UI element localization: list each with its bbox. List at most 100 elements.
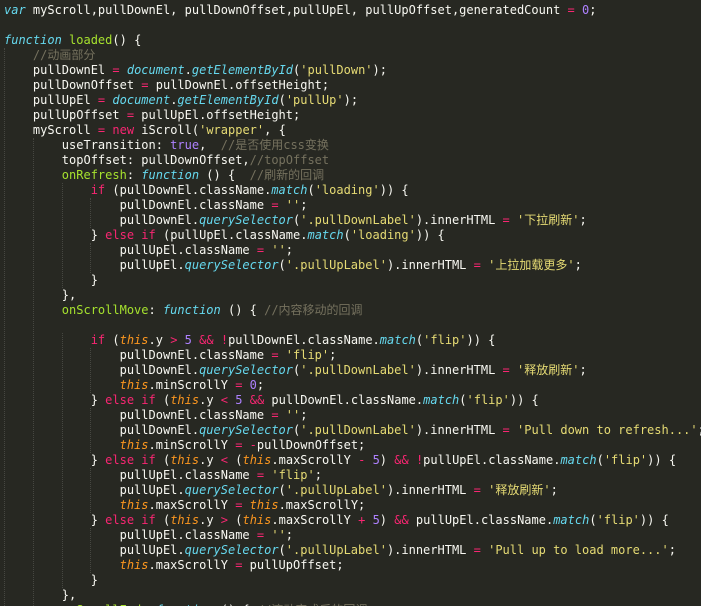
code-token: '.pullUpLabel' (285, 483, 387, 497)
code-line[interactable]: pullUpEl.querySelector('.pullUpLabel').i… (4, 543, 676, 558)
code-line[interactable]: this.maxScrollY = pullUpOffset; (4, 558, 344, 573)
code-token: ) (379, 453, 395, 467)
code-line[interactable]: pullUpEl = document.getElementById('pull… (4, 93, 358, 108)
code-token: = (502, 423, 510, 437)
code-line[interactable]: pullDownEl.className = ''; (4, 198, 308, 213)
code-token: = (112, 63, 120, 77)
code-line[interactable]: function loaded() { (4, 33, 141, 48)
code-token: 'flip' (596, 513, 640, 527)
code-token: '.pullDownLabel' (300, 213, 416, 227)
code-token: } (4, 513, 106, 527)
code-token: 5 (372, 513, 380, 527)
code-line[interactable]: //动画部分 (4, 48, 95, 63)
code-token: if (141, 393, 156, 407)
code-line[interactable]: this.minScrollY = -pullDownOffset; (4, 438, 366, 453)
code-line[interactable]: if (pullDownEl.className.match('loading'… (4, 183, 409, 198)
code-token: } (4, 573, 98, 587)
code-token: .maxScrollY (148, 558, 236, 572)
code-line[interactable]: var myScroll,pullDownEl, pullDownOffset,… (4, 3, 596, 18)
code-line[interactable]: pullUpEl.querySelector('.pullUpLabel').i… (4, 483, 558, 498)
code-token: pullDownOffset (4, 78, 142, 92)
code-token: ( (343, 228, 351, 242)
code-token: '释放刷新' (517, 363, 580, 377)
code-token: if (141, 228, 156, 242)
code-line[interactable]: }, (4, 288, 76, 303)
code-line[interactable]: topOffset: pullDownOffset,//topOffset (4, 153, 329, 168)
code-token: pullDownEl.className (4, 348, 272, 362)
code-token: = (567, 3, 575, 17)
code-token: )) { (466, 333, 496, 347)
code-token: ) (379, 513, 395, 527)
code-line[interactable]: pullUpEl.className = ''; (4, 243, 293, 258)
code-token: ( (228, 513, 243, 527)
code-token: iScroll( (134, 123, 200, 137)
code-token: '下拉刷新' (517, 213, 580, 227)
code-token: pullDownEl. (4, 213, 200, 227)
code-token: && (199, 333, 214, 347)
code-line[interactable]: } else if (this.y < (this.maxScrollY - 5… (4, 453, 676, 468)
code-line[interactable]: pullDownEl.querySelector('.pullDownLabel… (4, 213, 587, 228)
code-token: else (105, 513, 135, 527)
code-token: .minScrollY (148, 378, 236, 392)
code-token: '' (271, 243, 286, 257)
code-line[interactable]: if (this.y > 5 && !pullDownEl.className.… (4, 333, 496, 348)
code-token: ; (285, 528, 294, 542)
code-token: querySelector (199, 423, 293, 437)
code-line[interactable]: pullDownEl.className = 'flip'; (4, 348, 337, 363)
code-line[interactable]: pullUpEl.querySelector('.pullUpLabel').i… (4, 258, 582, 273)
code-token: ( (155, 393, 171, 407)
code-token: else (105, 453, 135, 467)
code-token: ; (574, 258, 582, 272)
code-line[interactable]: pullDownOffset = pullDownEl.offsetHeight… (4, 78, 329, 93)
code-line[interactable]: } (4, 273, 98, 288)
code-token: ( (155, 453, 171, 467)
code-token: ); (372, 63, 387, 77)
code-token: )) { (639, 513, 669, 527)
code-token: pullUpEl. (4, 483, 185, 497)
code-line[interactable]: onRefresh: function () { //刷新的回调 (4, 168, 324, 183)
code-line[interactable]: pullUpEl.className = ''; (4, 528, 293, 543)
code-token: pullDownOffset; (256, 438, 366, 452)
code-token: pullUpEl. (4, 258, 185, 272)
code-token: ).innerHTML (386, 483, 474, 497)
code-token: ).innerHTML (415, 213, 503, 227)
code-token: pullDownEl. (4, 363, 200, 377)
code-line[interactable]: this.maxScrollY = this.maxScrollY; (4, 498, 366, 513)
code-token: ( (228, 453, 243, 467)
code-token: pullUpOffset (4, 108, 127, 122)
code-line[interactable]: } else if (this.y > (this.maxScrollY + 5… (4, 513, 669, 528)
code-token: '释放刷新' (488, 483, 551, 497)
code-line[interactable]: }, (4, 588, 76, 603)
code-line[interactable]: pullUpEl.className = 'flip'; (4, 468, 322, 483)
code-editor[interactable]: var myScroll,pullDownEl, pullDownOffset,… (0, 0, 701, 606)
code-line[interactable]: pullUpOffset = pullUpEl.offsetHeight; (4, 108, 300, 123)
code-token: ( (278, 93, 286, 107)
code-line[interactable]: onScrollMove: function () { //内容移动的回调 (4, 303, 363, 318)
code-token: ); (343, 93, 359, 107)
code-token: )) { (415, 228, 445, 242)
code-token: pullUpEl. (4, 543, 185, 557)
code-line[interactable]: useTransition: true, //是否使用css变换 (4, 138, 329, 153)
code-line[interactable]: } else if (this.y < 5 && pullDownEl.clas… (4, 393, 539, 408)
code-line[interactable]: pullDownEl.className = ''; (4, 408, 308, 423)
code-token: )) { (509, 393, 539, 407)
code-line[interactable]: pullDownEl.querySelector('.pullDownLabel… (4, 423, 701, 438)
code-line[interactable]: } else if (pullUpEl.className.match('loa… (4, 228, 445, 243)
code-token: pullDownEl.className (4, 198, 272, 212)
code-line[interactable]: pullDownEl = document.getElementById('pu… (4, 63, 387, 78)
code-token: function (141, 168, 200, 182)
code-line[interactable]: } (4, 573, 98, 588)
code-line[interactable]: this.minScrollY = 0; (4, 378, 265, 393)
code-line[interactable]: pullDownEl.querySelector('.pullDownLabel… (4, 363, 587, 378)
code-line[interactable]: myScroll = new iScroll('wrapper', { (4, 123, 286, 138)
code-token: = (473, 483, 481, 497)
